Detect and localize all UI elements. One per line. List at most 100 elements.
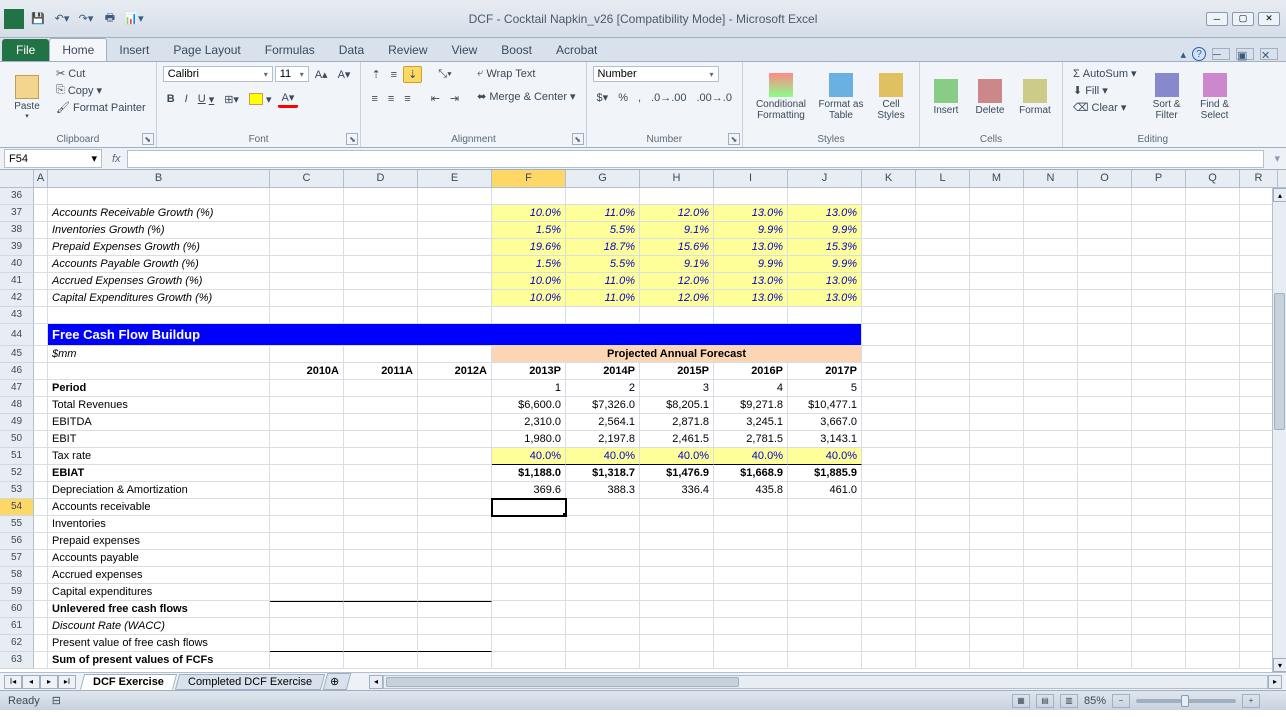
row-header-57[interactable]: 57	[0, 550, 34, 567]
cell-Q45[interactable]	[1186, 346, 1240, 363]
cell-O63[interactable]	[1078, 652, 1132, 669]
cell-F38[interactable]: 1.5%	[492, 222, 566, 239]
cell-J57[interactable]	[788, 550, 862, 567]
col-header-J[interactable]: J	[788, 170, 862, 187]
ribbon-minimize-icon[interactable]: ▴	[1180, 48, 1186, 61]
cell-D50[interactable]	[344, 431, 418, 448]
cell-O36[interactable]	[1078, 188, 1132, 205]
row-header-61[interactable]: 61	[0, 618, 34, 635]
cell-B38[interactable]: Inventories Growth (%)	[48, 222, 270, 239]
col-header-K[interactable]: K	[862, 170, 916, 187]
cell-L48[interactable]	[916, 397, 970, 414]
cell-C50[interactable]	[270, 431, 344, 448]
cell-J55[interactable]	[788, 516, 862, 533]
cell-A47[interactable]	[34, 380, 48, 397]
cell-H55[interactable]	[640, 516, 714, 533]
cell-P46[interactable]	[1132, 363, 1186, 380]
cell-P37[interactable]	[1132, 205, 1186, 222]
cell-A58[interactable]	[34, 567, 48, 584]
cell-B54[interactable]: Accounts receivable	[48, 499, 270, 516]
cell-A50[interactable]	[34, 431, 48, 448]
cell-M51[interactable]	[970, 448, 1024, 465]
cell-I57[interactable]	[714, 550, 788, 567]
cell-G55[interactable]	[566, 516, 640, 533]
cell-F41[interactable]: 10.0%	[492, 273, 566, 290]
cell-H38[interactable]: 9.1%	[640, 222, 714, 239]
cell-L58[interactable]	[916, 567, 970, 584]
cell-E51[interactable]	[418, 448, 492, 465]
cell-N57[interactable]	[1024, 550, 1078, 567]
cell-N55[interactable]	[1024, 516, 1078, 533]
cell-O58[interactable]	[1078, 567, 1132, 584]
cell-J49[interactable]: 3,667.0	[788, 414, 862, 431]
cell-J63[interactable]	[788, 652, 862, 669]
cell-H40[interactable]: 9.1%	[640, 256, 714, 273]
cell-H62[interactable]	[640, 635, 714, 652]
font-color-button[interactable]: A▾	[278, 90, 299, 108]
cell-K47[interactable]	[862, 380, 916, 397]
cell-F40[interactable]: 1.5%	[492, 256, 566, 273]
cell-I51[interactable]: 40.0%	[714, 448, 788, 465]
cell-E37[interactable]	[418, 205, 492, 222]
cell-M49[interactable]	[970, 414, 1024, 431]
cell-P56[interactable]	[1132, 533, 1186, 550]
cell-J42[interactable]: 13.0%	[788, 290, 862, 307]
qat-save-icon[interactable]: 💾	[28, 9, 48, 29]
wrap-text-button[interactable]: ⤶Wrap Text	[473, 66, 579, 81]
zoom-in-icon[interactable]: +	[1242, 694, 1260, 708]
cell-C60[interactable]	[270, 601, 344, 618]
cell-D57[interactable]	[344, 550, 418, 567]
cell-A42[interactable]	[34, 290, 48, 307]
align-left-icon[interactable]: ≡	[367, 92, 381, 106]
cell-H43[interactable]	[640, 307, 714, 324]
cell-O49[interactable]	[1078, 414, 1132, 431]
cell-D60[interactable]	[344, 601, 418, 618]
cell-J40[interactable]: 9.9%	[788, 256, 862, 273]
cell-O45[interactable]	[1078, 346, 1132, 363]
bold-button[interactable]: B	[163, 92, 179, 106]
cell-M44[interactable]	[970, 324, 1024, 346]
cell-P57[interactable]	[1132, 550, 1186, 567]
cell-E40[interactable]	[418, 256, 492, 273]
cell-I56[interactable]	[714, 533, 788, 550]
cell-B42[interactable]: Capital Expenditures Growth (%)	[48, 290, 270, 307]
cell-E43[interactable]	[418, 307, 492, 324]
cell-M52[interactable]	[970, 465, 1024, 482]
cell-O44[interactable]	[1078, 324, 1132, 346]
cell-M61[interactable]	[970, 618, 1024, 635]
cell-C58[interactable]	[270, 567, 344, 584]
cell-C38[interactable]	[270, 222, 344, 239]
orientation-icon[interactable]: ⤡▾	[434, 67, 455, 82]
cell-F45[interactable]: Projected Annual Forecast	[492, 346, 862, 363]
sort-filter-button[interactable]: Sort & Filter	[1145, 66, 1189, 128]
cell-N39[interactable]	[1024, 239, 1078, 256]
cell-A40[interactable]	[34, 256, 48, 273]
row-header-46[interactable]: 46	[0, 363, 34, 380]
cell-D42[interactable]	[344, 290, 418, 307]
cell-P41[interactable]	[1132, 273, 1186, 290]
cell-F51[interactable]: 40.0%	[492, 448, 566, 465]
row-header-49[interactable]: 49	[0, 414, 34, 431]
cell-P36[interactable]	[1132, 188, 1186, 205]
cell-O47[interactable]	[1078, 380, 1132, 397]
cell-O38[interactable]	[1078, 222, 1132, 239]
col-header-B[interactable]: B	[48, 170, 270, 187]
cell-H46[interactable]: 2015P	[640, 363, 714, 380]
cell-G41[interactable]: 11.0%	[566, 273, 640, 290]
cell-G36[interactable]	[566, 188, 640, 205]
col-header-R[interactable]: R	[1240, 170, 1278, 187]
cell-K63[interactable]	[862, 652, 916, 669]
cell-F63[interactable]	[492, 652, 566, 669]
cell-F54[interactable]	[492, 499, 566, 516]
cell-G58[interactable]	[566, 567, 640, 584]
cell-P50[interactable]	[1132, 431, 1186, 448]
row-header-55[interactable]: 55	[0, 516, 34, 533]
cell-Q57[interactable]	[1186, 550, 1240, 567]
cell-K48[interactable]	[862, 397, 916, 414]
cell-L47[interactable]	[916, 380, 970, 397]
maximize-button[interactable]: ▢	[1232, 12, 1254, 26]
cell-D43[interactable]	[344, 307, 418, 324]
cell-G48[interactable]: $7,326.0	[566, 397, 640, 414]
cell-Q36[interactable]	[1186, 188, 1240, 205]
cell-E62[interactable]	[418, 635, 492, 652]
